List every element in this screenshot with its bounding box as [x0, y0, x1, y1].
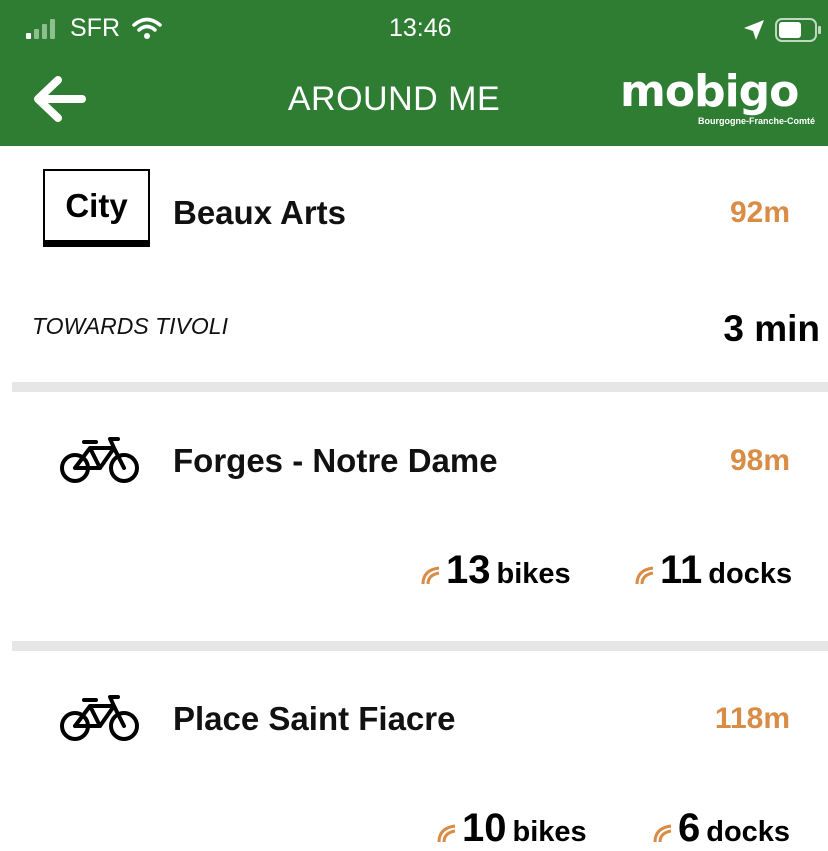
stop-name[interactable]: Beaux Arts: [173, 194, 346, 232]
docks-available: 6 docks: [652, 806, 790, 851]
stop-name[interactable]: Forges - Notre Dame: [173, 442, 498, 480]
battery-icon: [775, 18, 821, 42]
carrier-name: SFR: [70, 14, 120, 42]
docks-count: 6: [678, 806, 701, 850]
bikes-label: bikes: [512, 816, 587, 848]
realtime-icon: [437, 824, 456, 843]
app-header: SFR 13:46 AROUND ME mobigo Bourgogne-Fra…: [0, 0, 828, 146]
bikes-available: 13 bikes: [420, 548, 571, 593]
divider: [12, 641, 828, 651]
bikes-count: 10: [462, 806, 507, 850]
stop-name[interactable]: Place Saint Fiacre: [173, 700, 455, 738]
bicycle-icon: [60, 437, 139, 483]
bicycle-icon: [60, 695, 139, 741]
signal-icon: [26, 19, 55, 39]
docks-available: 11 docks: [634, 548, 792, 593]
stop-distance: 98m: [729, 444, 790, 477]
docks-label: docks: [708, 558, 793, 590]
logo-subtitle: Bourgogne-Franche-Comté: [698, 116, 815, 126]
docks-label: docks: [706, 816, 791, 848]
realtime-icon: [421, 566, 440, 585]
status-bar: SFR 13:46: [0, 0, 828, 58]
mobigo-logo: mobigo Bourgogne-Franche-Comté: [620, 66, 820, 130]
bikes-count: 13: [446, 548, 491, 592]
stop-distance: 92m: [729, 196, 790, 229]
bikes-available: 10 bikes: [436, 806, 587, 851]
direction-label: TOWARDS TIVOLI: [32, 313, 228, 339]
logo-wordmark: mobigo: [620, 66, 799, 117]
divider: [12, 382, 828, 392]
docks-count: 11: [660, 548, 703, 592]
realtime-icon: [635, 566, 654, 585]
line-badge: City: [43, 169, 150, 247]
bikes-label: bikes: [496, 558, 571, 590]
stop-distance: 118m: [714, 702, 790, 735]
wait-time: 3 min: [723, 308, 820, 349]
realtime-icon: [653, 824, 672, 843]
wifi-icon: [132, 17, 162, 39]
status-time: 13:46: [389, 14, 452, 42]
location-arrow-icon: [744, 20, 764, 40]
